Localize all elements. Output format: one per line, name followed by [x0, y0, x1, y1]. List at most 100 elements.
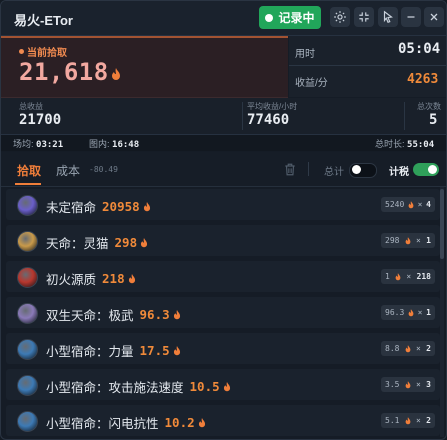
- total-time-value: 55:04: [407, 140, 435, 150]
- tab-cost[interactable]: 成本: [56, 162, 80, 179]
- recording-button[interactable]: 记录中: [259, 6, 321, 29]
- item-name: 未定宿命: [46, 201, 97, 215]
- settings-button[interactable]: [330, 7, 350, 27]
- scene-avg: 场均: 03:21: [13, 137, 63, 150]
- badge-count: 1: [426, 308, 431, 317]
- flame-icon: [198, 417, 205, 427]
- flame-icon: [173, 309, 180, 319]
- badge-count: 2: [426, 344, 431, 353]
- item-icon: [17, 375, 38, 396]
- total-income-value: 21700: [19, 112, 62, 128]
- item-name: 初火源质: [46, 273, 97, 287]
- item-badge: 8.8 × 2: [381, 341, 435, 356]
- compress-button[interactable]: [354, 7, 374, 27]
- scrollbar-thumb[interactable]: [440, 189, 444, 259]
- scene-avg-value: 03:21: [36, 140, 64, 150]
- flame-icon: [408, 200, 414, 208]
- list-item[interactable]: 小型宿命：攻击施法速度 10.5 3.5 × 3: [6, 369, 440, 400]
- item-name: 小型宿命：闪电抗性: [46, 417, 159, 431]
- divider: [289, 65, 446, 66]
- list-item[interactable]: 天命：灵猫 298 298 × 1: [6, 225, 440, 256]
- flame-icon: [408, 308, 414, 316]
- summary-row: 总收益 21700 平均收益/小时 77460 总次数 5: [1, 98, 446, 135]
- total-toggle[interactable]: [349, 163, 377, 178]
- item-icon: [17, 231, 38, 252]
- list-item[interactable]: 小型宿命：闪电抗性 10.2 5.1 × 2: [6, 405, 440, 436]
- badge-unit-value: 5.1: [385, 416, 400, 425]
- toggle-knob: [428, 165, 437, 174]
- tab-pickup[interactable]: 拾取: [17, 162, 41, 179]
- compress-icon: [359, 12, 369, 22]
- item-label: 天命：灵猫 298: [46, 233, 148, 252]
- avg-hourly-label: 平均收益/小时: [247, 102, 298, 111]
- active-tab-indicator: [15, 183, 41, 185]
- list-item[interactable]: 初火源质 218 1 × 218: [6, 261, 440, 292]
- record-dot-icon: [265, 13, 274, 22]
- total-runs-value: 5: [429, 112, 438, 128]
- tax-switch-label: 计税: [389, 167, 409, 178]
- badge-count: 1: [426, 236, 431, 245]
- total-income-label: 总收益: [19, 102, 43, 111]
- badge-unit-value: 1: [385, 272, 390, 281]
- total-income-cell: 总收益 21700: [1, 98, 241, 134]
- total-runs-label: 总次数: [417, 102, 441, 111]
- item-badge: 96.3 × 1: [381, 305, 435, 320]
- cost-value: -80.49: [89, 165, 118, 174]
- map-time: 图内: 16:48: [89, 137, 139, 150]
- item-name: 双生天命：极武: [46, 309, 134, 323]
- item-badge: 5.1 × 2: [381, 413, 435, 428]
- item-label: 小型宿命：力量 17.5: [46, 341, 181, 360]
- item-value: 20958: [102, 199, 140, 214]
- close-button[interactable]: [424, 7, 444, 27]
- pickup-list[interactable]: 未定宿命 20958 5240 × 4 天命：灵猫 298 298 × 1 初火源质 218 1 × 218…: [1, 187, 446, 439]
- tab-bar: 拾取 成本 -80.49 总计 计税: [1, 152, 446, 187]
- flame-icon: [173, 345, 180, 355]
- minimize-button[interactable]: [401, 7, 421, 27]
- list-item[interactable]: 双生天命：极武 96.3 96.3 × 1: [6, 297, 440, 328]
- current-pickup-label-text: 当前拾取: [27, 48, 67, 59]
- app-window: 易火-ETor 记录中 当前拾取 21,618 用时 05:04 收益/分 42…: [0, 0, 447, 440]
- badge-unit-value: 96.3: [385, 308, 405, 317]
- duration-value: 05:04: [398, 41, 441, 57]
- item-badge: 5240 × 4: [381, 197, 435, 212]
- item-label: 未定宿命 20958: [46, 197, 151, 216]
- scene-avg-label: 场均:: [13, 139, 34, 149]
- total-time-label: 总时长:: [375, 139, 405, 149]
- map-time-label: 图内:: [89, 139, 110, 149]
- title-bar[interactable]: 易火-ETor 记录中: [1, 1, 446, 36]
- item-value: 218: [102, 271, 125, 286]
- item-label: 小型宿命：攻击施法速度 10.5: [46, 377, 231, 396]
- scrollbar[interactable]: [440, 187, 444, 437]
- timing-row: 场均: 03:21 图内: 16:48 总时长: 55:04: [1, 135, 446, 151]
- flame-icon: [405, 236, 411, 244]
- total-runs-cell: 总次数 5: [405, 98, 445, 134]
- badge-count: 218: [416, 272, 431, 281]
- click-through-button[interactable]: [378, 7, 398, 27]
- flame-icon: [405, 416, 411, 424]
- flame-icon: [405, 380, 411, 388]
- item-value: 10.2: [164, 415, 195, 430]
- trash-icon[interactable]: [283, 162, 297, 177]
- total-time: 总时长: 55:04: [375, 137, 434, 150]
- item-value: 10.5: [189, 379, 220, 394]
- item-icon: [17, 411, 38, 432]
- item-badge: 3.5 × 3: [381, 377, 435, 392]
- flame-icon: [128, 273, 135, 283]
- list-item[interactable]: 未定宿命 20958 5240 × 4: [6, 189, 440, 220]
- recording-label: 记录中: [278, 11, 315, 25]
- panel-accent-line: [1, 36, 288, 38]
- flame-icon: [223, 381, 230, 391]
- list-item[interactable]: 小型宿命：力量 17.5 8.8 × 2: [6, 333, 440, 364]
- flame-icon: [111, 68, 120, 80]
- badge-unit-value: 8.8: [385, 344, 400, 353]
- badge-unit-value: 298: [385, 236, 400, 245]
- cursor-icon: [383, 10, 393, 23]
- map-time-value: 16:48: [112, 140, 140, 150]
- avg-hourly-cell: 平均收益/小时 77460: [243, 98, 403, 134]
- tax-toggle[interactable]: [413, 163, 439, 176]
- item-label: 初火源质 218: [46, 269, 136, 288]
- times-icon: ×: [416, 344, 421, 353]
- toggle-knob: [352, 165, 361, 174]
- item-label: 小型宿命：闪电抗性 10.2: [46, 413, 206, 432]
- flame-icon: [405, 344, 411, 352]
